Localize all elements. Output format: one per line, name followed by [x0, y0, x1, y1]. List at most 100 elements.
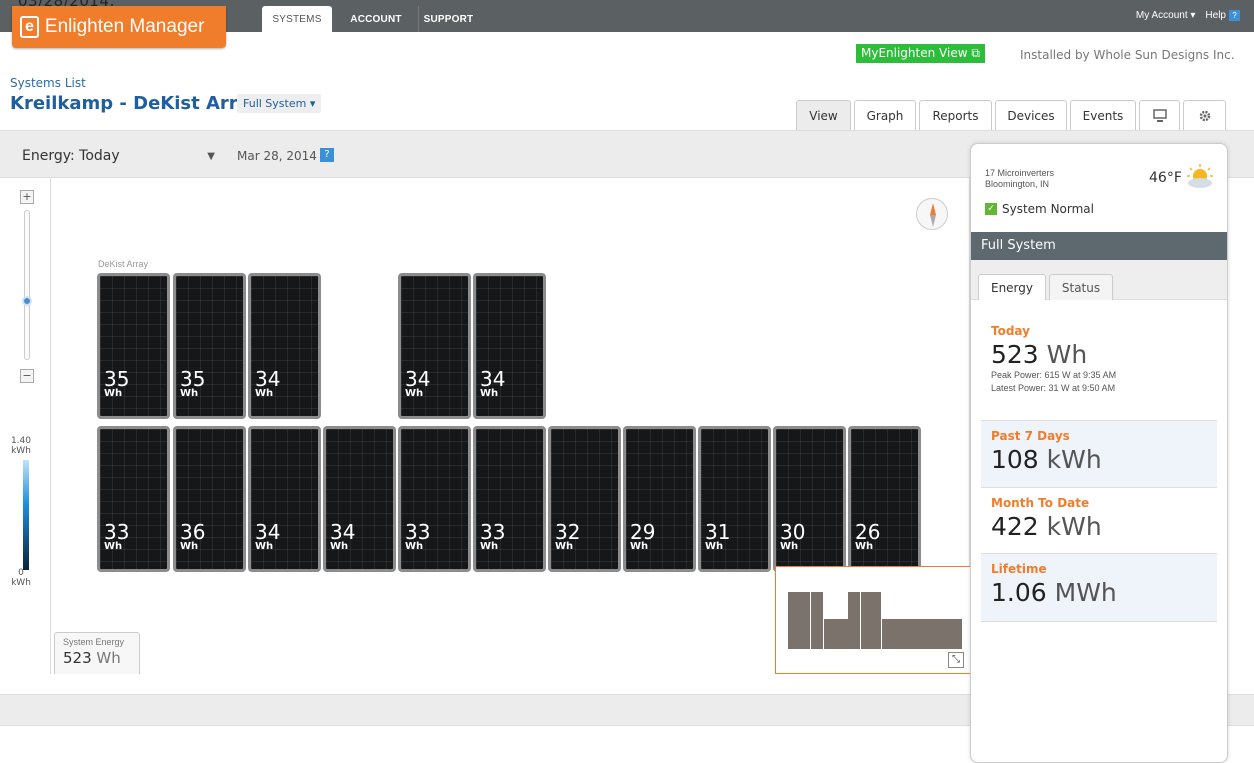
top-right-links: My Account ▾ Help?	[1136, 10, 1240, 21]
panel-energy: 34 Wh	[330, 522, 355, 552]
panel-energy-value: 33	[480, 520, 506, 544]
panel-energy: 34 Wh	[255, 369, 280, 399]
panel-energy-value: 35	[180, 367, 206, 391]
panel-bottom-2[interactable]: 36 Wh	[173, 426, 246, 572]
systems-list-link[interactable]: Systems List	[10, 76, 86, 90]
system-summary-sidebar: 17 Microinverters Bloomington, IN 46°F ✓…	[970, 143, 1228, 763]
panel-bottom-9[interactable]: 31 Wh	[698, 426, 771, 572]
panel-energy: 29 Wh	[630, 522, 655, 552]
panel-energy-value: 34	[255, 520, 281, 544]
stat-month-label: Month To Date	[991, 496, 1090, 510]
tab-energy[interactable]: Energy	[978, 274, 1046, 300]
nav-tab-account[interactable]: ACCOUNT	[336, 6, 416, 32]
tab-devices[interactable]: Devices	[995, 100, 1067, 130]
panel-top-1[interactable]: 35 Wh	[97, 273, 170, 419]
enlighten-logo-name: Enlighten Manager	[44, 16, 205, 37]
legend-max-value: 1.40	[10, 436, 32, 446]
stat-month-unit: kWh	[1046, 512, 1102, 541]
panel-energy: 34 Wh	[480, 369, 505, 399]
tab-display[interactable]	[1139, 100, 1180, 130]
partly-cloudy-icon	[1187, 164, 1213, 188]
panel-energy: 31 Wh	[705, 522, 730, 552]
enlighten-logo-mark: e	[20, 16, 39, 38]
panel-bottom-1[interactable]: 33 Wh	[97, 426, 170, 572]
panel-energy-value: 29	[630, 520, 656, 544]
panel-bottom-3[interactable]: 34 Wh	[248, 426, 321, 572]
panel-energy-value: 34	[330, 520, 356, 544]
legend-max-unit: kWh	[11, 446, 31, 456]
panel-top-4[interactable]: 34 Wh	[398, 273, 471, 419]
panel-bottom-8[interactable]: 29 Wh	[623, 426, 696, 572]
system-title: Kreilkamp - DeKist Array	[10, 93, 261, 114]
enlighten-logo[interactable]: e Enlighten Manager	[12, 6, 226, 48]
stat-past-7-days: Past 7 Days 108 kWh	[981, 421, 1217, 488]
overview-minimap[interactable]: ⤡	[775, 566, 971, 674]
stat-past7-label: Past 7 Days	[991, 429, 1070, 443]
panel-energy: 26 Wh	[855, 522, 880, 552]
tab-events[interactable]: Events	[1070, 100, 1136, 130]
selected-date[interactable]: Mar 28, 2014	[237, 149, 317, 163]
legend-min: 0 kWh	[4, 568, 38, 588]
chevron-down-icon: ▼	[207, 151, 215, 162]
zoom-slider-track[interactable]	[24, 210, 30, 360]
panel-bottom-6[interactable]: 33 Wh	[473, 426, 546, 572]
myenlighten-view-button[interactable]: MyEnlighten View ⧉	[856, 44, 985, 63]
panel-bottom-10[interactable]: 30 Wh	[773, 426, 846, 572]
latest-power: Latest Power: 31 W at 9:50 AM	[991, 383, 1116, 393]
panel-energy: 33 Wh	[405, 522, 430, 552]
help-link[interactable]: Help?	[1205, 10, 1240, 21]
tab-graph[interactable]: Graph	[854, 100, 916, 130]
tab-reports[interactable]: Reports	[919, 100, 992, 130]
nav-tab-support[interactable]: SUPPORT	[418, 6, 478, 32]
panel-energy: 30 Wh	[780, 522, 805, 552]
peak-power: Peak Power: 615 W at 9:35 AM	[991, 370, 1117, 380]
stat-lifetime-unit: MWh	[1054, 578, 1117, 607]
panel-bottom-11[interactable]: 26 Wh	[848, 426, 921, 572]
panel-energy-value: 26	[855, 520, 881, 544]
nav-tab-systems[interactable]: SYSTEMS	[262, 6, 332, 32]
system-status: ✓ System Normal	[985, 202, 1094, 216]
installer-text: Installed by Whole Sun Designs Inc.	[1020, 48, 1235, 62]
my-account-menu[interactable]: My Account ▾	[1136, 10, 1196, 21]
minimap-panel	[848, 592, 860, 649]
panel-top-3[interactable]: 34 Wh	[248, 273, 321, 419]
system-scope-dropdown[interactable]: Full System ▾	[237, 94, 322, 113]
panel-energy: 33 Wh	[480, 522, 505, 552]
temperature: 46°F	[1149, 170, 1182, 186]
minimap-panel	[824, 619, 848, 649]
panel-energy: 35 Wh	[180, 369, 205, 399]
panel-top-5[interactable]: 34 Wh	[473, 273, 546, 419]
panel-top-2[interactable]: 35 Wh	[173, 273, 246, 419]
stat-lifetime-value: 1.06	[991, 578, 1047, 607]
panel-energy: 32 Wh	[555, 522, 580, 552]
help-icon: ?	[1229, 10, 1240, 21]
minimap-panel	[882, 619, 962, 649]
panel-energy-value: 36	[180, 520, 206, 544]
panel-bottom-7[interactable]: 32 Wh	[548, 426, 621, 572]
zoom-in-button[interactable]: +	[20, 190, 34, 204]
panel-energy-value: 32	[555, 520, 581, 544]
expand-icon[interactable]: ⤡	[948, 652, 964, 668]
system-energy-label: System Energy	[63, 637, 125, 647]
system-location: Bloomington, IN	[985, 179, 1050, 189]
stat-month-display: 422 kWh	[991, 512, 1207, 541]
panel-bottom-4[interactable]: 34 Wh	[323, 426, 396, 572]
microinverter-count: 17 Microinverters	[985, 168, 1055, 178]
stat-lifetime-label: Lifetime	[991, 562, 1047, 576]
panel-energy-value: 34	[255, 367, 281, 391]
energy-period-select[interactable]: Energy: Today ▼	[10, 143, 225, 169]
stat-month-to-date: Month To Date 422 kWh	[981, 488, 1217, 554]
tab-view[interactable]: View	[796, 100, 851, 130]
system-location-info: 17 Microinverters Bloomington, IN	[985, 168, 1054, 190]
tab-status[interactable]: Status	[1049, 274, 1113, 300]
zoom-slider-handle[interactable]	[22, 296, 32, 306]
tab-settings[interactable]	[1183, 100, 1226, 130]
system-energy-display: 523 Wh	[63, 649, 131, 667]
panel-bottom-5[interactable]: 33 Wh	[398, 426, 471, 572]
stat-past7-value: 108	[991, 445, 1039, 474]
legend-min-unit: kWh	[11, 578, 31, 588]
zoom-out-button[interactable]: −	[20, 369, 34, 383]
compass-icon[interactable]	[916, 198, 948, 230]
stat-today: Today 523 Wh Peak Power: 615 W at 9:35 A…	[981, 316, 1217, 421]
date-help-icon[interactable]: ?	[320, 148, 334, 162]
